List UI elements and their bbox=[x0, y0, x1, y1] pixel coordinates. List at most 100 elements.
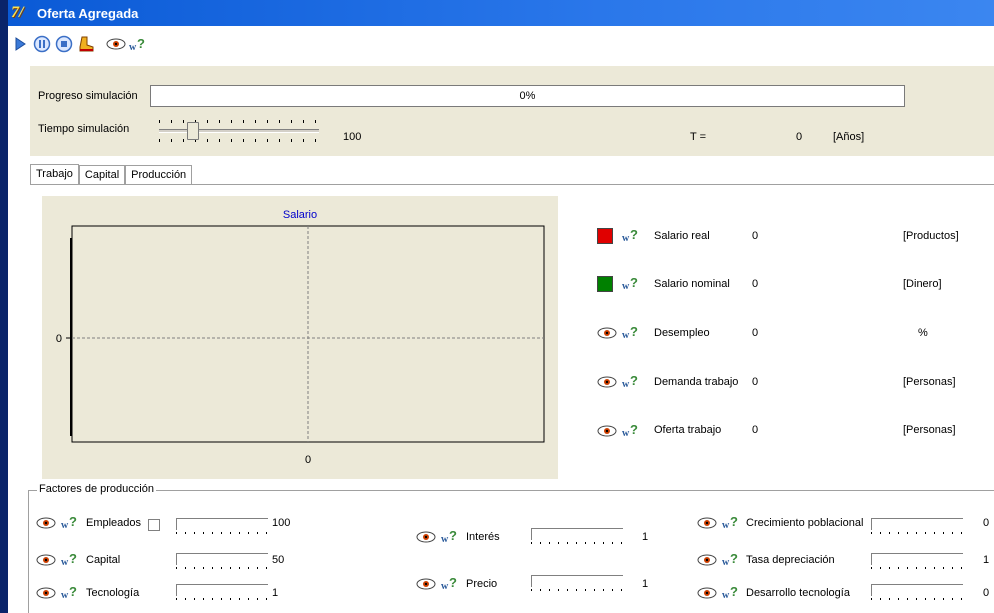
demanda-trabajo-eye-icon[interactable] bbox=[597, 376, 617, 388]
empleados-slider[interactable] bbox=[176, 518, 268, 538]
svg-text:w: w bbox=[129, 42, 137, 52]
oferta-trabajo-help-icon[interactable]: w? bbox=[622, 422, 640, 438]
svg-text:?: ? bbox=[630, 275, 638, 290]
tecnologia-eye-icon[interactable] bbox=[36, 587, 56, 599]
factor-name: Crecimiento poblacional bbox=[746, 517, 864, 529]
tab-trabajo[interactable]: Trabajo bbox=[30, 164, 79, 184]
desarrollo-slider[interactable] bbox=[871, 584, 963, 604]
svg-text:w: w bbox=[441, 581, 449, 591]
crecimiento-help-icon[interactable]: w? bbox=[722, 514, 740, 530]
svg-text:?: ? bbox=[630, 422, 638, 437]
depreciacion-help-icon[interactable]: w? bbox=[722, 551, 740, 567]
interes-eye-icon[interactable] bbox=[416, 531, 436, 543]
precio-eye-icon[interactable] bbox=[416, 578, 436, 590]
t-value: 0 bbox=[796, 131, 803, 143]
capital-eye-icon[interactable] bbox=[36, 554, 56, 566]
progress-label: Progreso simulación bbox=[38, 90, 138, 102]
tab-produccion[interactable]: Producción bbox=[125, 165, 193, 185]
tecnologia-help-icon[interactable]: w? bbox=[61, 584, 79, 600]
time-slider[interactable] bbox=[159, 118, 319, 144]
legend-name: Desempleo bbox=[654, 327, 710, 339]
svg-text:w: w bbox=[622, 281, 630, 291]
factor-name: Tecnología bbox=[86, 587, 140, 599]
svg-text:?: ? bbox=[69, 551, 77, 566]
factor-value: 0 bbox=[983, 517, 990, 529]
desarrollo-eye-icon[interactable] bbox=[697, 587, 717, 599]
svg-text:?: ? bbox=[449, 528, 457, 543]
boot-icon[interactable] bbox=[76, 33, 96, 55]
oferta-trabajo-eye-icon[interactable] bbox=[597, 425, 617, 437]
factor-name: Empleados bbox=[86, 517, 142, 529]
legend-value: 0 bbox=[752, 327, 759, 339]
empleados-help-icon[interactable]: w? bbox=[61, 514, 79, 530]
legend-name: Oferta trabajo bbox=[654, 424, 722, 436]
chart-svg: Salario 0 0 bbox=[56, 209, 545, 466]
desempleo-help-icon[interactable]: w? bbox=[622, 324, 640, 340]
salario-nominal-help-icon[interactable]: w? bbox=[622, 275, 640, 291]
salario-real-swatch[interactable] bbox=[597, 228, 613, 244]
capital-slider[interactable] bbox=[176, 553, 268, 573]
interes-slider[interactable] bbox=[531, 528, 623, 548]
desarrollo-help-icon[interactable]: w? bbox=[722, 584, 740, 600]
svg-text:w: w bbox=[622, 233, 630, 243]
empleados-eye-icon[interactable] bbox=[36, 517, 56, 529]
svg-text:?: ? bbox=[630, 373, 638, 388]
legend-unit: [Productos] bbox=[903, 230, 959, 242]
salario-nominal-swatch[interactable] bbox=[597, 276, 613, 292]
desempleo-eye-icon[interactable] bbox=[597, 327, 617, 339]
help-icon[interactable]: w? bbox=[128, 33, 148, 55]
svg-text:w: w bbox=[722, 590, 730, 600]
legend-unit: [Dinero] bbox=[903, 278, 942, 290]
depreciacion-eye-icon[interactable] bbox=[697, 554, 717, 566]
interes-help-icon[interactable]: w? bbox=[441, 528, 459, 544]
legend-value: 0 bbox=[752, 278, 759, 290]
toolbar: w? bbox=[8, 26, 994, 62]
eye-icon[interactable] bbox=[106, 33, 126, 55]
tab-capital[interactable]: Capital bbox=[78, 165, 126, 185]
legend-unit: % bbox=[918, 327, 928, 339]
depreciacion-slider[interactable] bbox=[871, 553, 963, 573]
tecnologia-slider[interactable] bbox=[176, 584, 268, 604]
chart-title: Salario bbox=[283, 209, 317, 221]
pause-icon[interactable] bbox=[32, 33, 52, 55]
svg-text:?: ? bbox=[630, 227, 638, 242]
time-label: Tiempo simulación bbox=[38, 123, 130, 135]
svg-text:w: w bbox=[622, 428, 630, 438]
legend-name: Demanda trabajo bbox=[654, 376, 739, 388]
svg-text:w: w bbox=[722, 557, 730, 567]
legend-value: 0 bbox=[752, 230, 759, 242]
precio-help-icon[interactable]: w? bbox=[441, 575, 459, 591]
svg-text:?: ? bbox=[730, 514, 738, 529]
legend-name: Salario real bbox=[654, 230, 710, 242]
legend-name: Salario nominal bbox=[654, 278, 730, 290]
svg-text:w: w bbox=[61, 557, 69, 567]
factor-value: 0 bbox=[983, 587, 990, 599]
factor-name: Desarrollo tecnología bbox=[746, 587, 850, 599]
factor-value: 100 bbox=[272, 517, 291, 529]
svg-text:w: w bbox=[441, 534, 449, 544]
svg-text:?: ? bbox=[69, 584, 77, 599]
factor-value: 50 bbox=[272, 554, 285, 566]
y-tick-label: 0 bbox=[56, 333, 62, 345]
simulation-panel: Progreso simulación 0% Tiempo simulación… bbox=[30, 66, 994, 156]
play-icon[interactable] bbox=[10, 33, 30, 55]
salario-real-help-icon[interactable]: w? bbox=[622, 227, 640, 243]
crecimiento-eye-icon[interactable] bbox=[697, 517, 717, 529]
demanda-trabajo-help-icon[interactable]: w? bbox=[622, 373, 640, 389]
precio-slider[interactable] bbox=[531, 575, 623, 595]
t-label: T = bbox=[690, 131, 707, 143]
window-title: Oferta Agregada bbox=[37, 5, 139, 21]
stop-icon[interactable] bbox=[54, 33, 74, 55]
factors-title: Factores de producción bbox=[37, 483, 156, 495]
crecimiento-slider[interactable] bbox=[871, 518, 963, 538]
simulation-progress-bar: 0% bbox=[150, 85, 905, 107]
tab-divider bbox=[30, 184, 994, 185]
t-unit: [Años] bbox=[833, 131, 865, 143]
empleados-checkbox[interactable] bbox=[148, 519, 160, 531]
capital-help-icon[interactable]: w? bbox=[61, 551, 79, 567]
svg-text:?: ? bbox=[730, 584, 738, 599]
time-slider-thumb[interactable] bbox=[187, 122, 199, 140]
legend-unit: [Personas] bbox=[903, 376, 956, 388]
svg-text:w: w bbox=[722, 520, 730, 530]
factor-value: 1 bbox=[983, 554, 990, 566]
